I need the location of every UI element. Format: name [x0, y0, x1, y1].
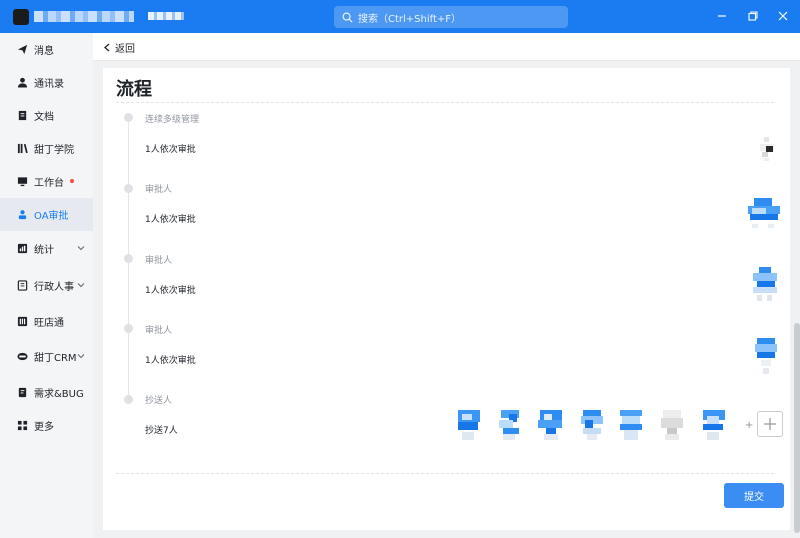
more-avatars-plus: +: [745, 420, 754, 431]
main-content: 返回 流程 连续多级管理 1人依次审批 审批人 1人依次审批 审批人 1人依次审…: [93, 33, 800, 538]
step-label: 抄送人: [145, 396, 173, 406]
send-icon: [16, 44, 28, 56]
plus-icon: [764, 418, 776, 430]
step-desc: 1人依次审批: [145, 286, 196, 296]
chart-icon: [16, 243, 28, 255]
chevron-down-icon: [77, 246, 85, 251]
search-placeholder: 搜索（Ctrl+Shift+F）: [358, 13, 462, 25]
app-name-blurred: [34, 11, 134, 22]
sidebar-item-docs[interactable]: 文档: [0, 99, 93, 132]
step-dot: [124, 184, 133, 193]
step-desc: 1人依次审批: [145, 215, 196, 225]
sidebar-item-label: 文档: [34, 112, 54, 123]
search-icon: [342, 12, 353, 23]
sidebar: 消息 通讯录 文档 甜丁学院 工作台 OA审批 统计 行政人事 旺店通 甜丁CR…: [0, 33, 93, 538]
avatar[interactable]: [748, 196, 780, 230]
global-search[interactable]: 搜索（Ctrl+Shift+F）: [334, 6, 568, 28]
avatar[interactable]: [497, 410, 523, 440]
step-dot: [124, 113, 133, 122]
title-divider: [116, 102, 774, 103]
crm-icon: [16, 351, 28, 363]
store-icon: [16, 316, 28, 328]
sidebar-item-academy[interactable]: 甜丁学院: [0, 132, 93, 165]
hr-icon: [16, 280, 28, 292]
monitor-icon: [16, 176, 28, 188]
approval-icon: [16, 209, 28, 221]
restore-icon: [748, 11, 758, 21]
sidebar-item-label: 旺店通: [34, 318, 64, 329]
avatar[interactable]: [538, 410, 564, 440]
sidebar-item-crm[interactable]: 甜丁CRM: [0, 340, 93, 373]
step-desc: 抄送7人: [145, 426, 178, 436]
sidebar-item-label: 甜丁CRM: [34, 353, 77, 364]
notification-dot: [70, 178, 74, 183]
document-icon: [16, 110, 28, 122]
avatar[interactable]: [618, 410, 644, 440]
grid-icon: [16, 420, 28, 432]
sidebar-item-label: OA审批: [34, 211, 69, 222]
sidebar-item-label: 更多: [34, 422, 54, 433]
step-label: 审批人: [145, 185, 173, 195]
sidebar-item-requirements-bug[interactable]: 需求&BUG: [0, 376, 93, 409]
avatar[interactable]: [659, 410, 685, 440]
minimize-button[interactable]: [715, 9, 729, 23]
submit-label: 提交: [744, 492, 764, 503]
contact-icon: [16, 77, 28, 89]
scrollbar[interactable]: [794, 323, 800, 533]
sidebar-item-label: 甜丁学院: [34, 145, 74, 156]
back-button[interactable]: 返回: [103, 40, 135, 55]
sidebar-item-label: 统计: [34, 245, 54, 256]
sidebar-item-contacts[interactable]: 通讯录: [0, 66, 93, 99]
sidebar-item-label: 工作台: [34, 178, 64, 189]
avatar[interactable]: [456, 410, 482, 440]
minimize-icon: [718, 15, 726, 17]
sidebar-item-hr[interactable]: 行政人事: [0, 269, 93, 302]
submit-button[interactable]: 提交: [724, 483, 784, 508]
app-logo: [13, 9, 29, 25]
sidebar-item-workbench[interactable]: 工作台: [0, 165, 93, 198]
sidebar-item-label: 需求&BUG: [34, 389, 84, 400]
bottom-divider: [116, 473, 774, 474]
step-desc: 1人依次审批: [145, 356, 196, 366]
sidebar-item-label: 通讯录: [34, 79, 64, 90]
chevron-down-icon: [77, 354, 85, 359]
sidebar-item-label: 消息: [34, 46, 54, 57]
step-label: 审批人: [145, 256, 173, 266]
avatar[interactable]: [701, 410, 727, 440]
avatar[interactable]: [753, 338, 779, 374]
step-dot: [124, 324, 133, 333]
sidebar-item-wangdiantong[interactable]: 旺店通: [0, 305, 93, 338]
avatar[interactable]: [755, 137, 779, 161]
sidebar-item-more[interactable]: 更多: [0, 409, 93, 442]
user-name-blurred: [148, 12, 184, 20]
sidebar-item-oa-approval[interactable]: OA审批: [0, 198, 93, 231]
maximize-button[interactable]: [746, 9, 760, 23]
sidebar-item-statistics[interactable]: 统计: [0, 232, 93, 265]
close-icon: [778, 11, 788, 21]
sidebar-item-messages[interactable]: 消息: [0, 33, 93, 66]
step-dot: [124, 254, 133, 263]
library-icon: [16, 143, 28, 155]
step-label: 审批人: [145, 326, 173, 336]
avatar[interactable]: [579, 410, 605, 440]
add-cc-button[interactable]: [757, 411, 783, 437]
content-topbar: 返回: [93, 33, 800, 61]
chevron-left-icon: [104, 43, 110, 52]
process-card: 流程 连续多级管理 1人依次审批 审批人 1人依次审批 审批人 1人依次审批 审…: [103, 68, 790, 530]
step-dot: [124, 395, 133, 404]
close-button[interactable]: [776, 9, 790, 23]
step-label: 连续多级管理: [145, 115, 200, 125]
page-title: 流程: [116, 79, 152, 100]
back-label: 返回: [115, 44, 135, 55]
bug-icon: [16, 387, 28, 399]
avatar[interactable]: [751, 265, 779, 305]
step-desc: 1人依次审批: [145, 145, 196, 155]
sidebar-item-label: 行政人事: [34, 282, 74, 293]
chevron-down-icon: [77, 283, 85, 288]
title-bar: 搜索（Ctrl+Shift+F）: [0, 0, 800, 33]
